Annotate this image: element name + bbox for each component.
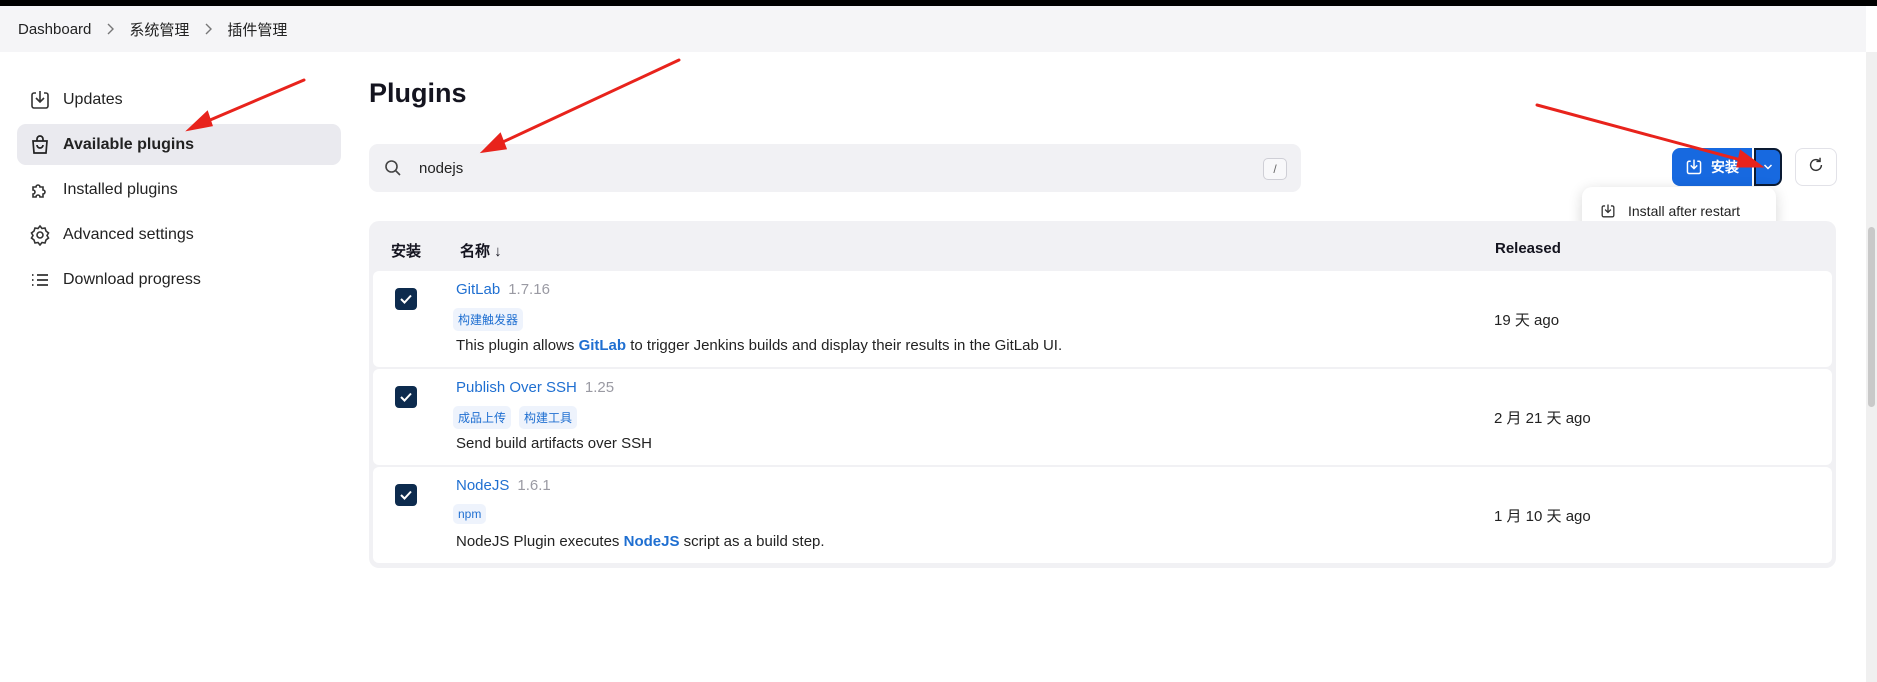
released-date: 1 月 10 天 ago <box>1494 508 1591 525</box>
plugin-tag[interactable]: npm <box>453 504 487 524</box>
search-input[interactable] <box>417 158 1201 178</box>
plugins-table: 安装 名称 ↓ Released GitLab 1.7.16 构建触发器 This… <box>369 221 1836 568</box>
breadcrumb: Dashboard 系统管理 插件管理 <box>0 6 1866 52</box>
sidebar-item-installed-plugins[interactable]: Installed plugins <box>17 169 341 210</box>
menu-item-install-after-restart[interactable]: Install after restart <box>1628 203 1740 219</box>
sidebar-item-advanced-settings[interactable]: Advanced settings <box>17 214 341 255</box>
download-icon <box>1685 158 1703 176</box>
shopping-bag-icon <box>29 134 51 156</box>
chevron-down-icon <box>1763 158 1773 176</box>
plugin-description-link[interactable]: GitLab <box>579 337 627 354</box>
checkmark-icon <box>400 294 412 304</box>
table-row: Publish Over SSH 1.25 成品上传 构建工具 Send buil… <box>373 369 1832 465</box>
refresh-icon <box>1807 156 1825 179</box>
sidebar-item-label: Updates <box>63 90 123 108</box>
breadcrumb-system-management[interactable]: 系统管理 <box>129 19 189 40</box>
install-dropdown-toggle[interactable] <box>1754 148 1782 186</box>
column-header-install: 安装 <box>391 243 422 260</box>
plugin-version: 1.6.1 <box>517 477 551 494</box>
plugin-name-link[interactable]: GitLab <box>456 281 500 298</box>
table-header: 安装 名称 ↓ Released <box>373 225 1832 271</box>
sidebar: Updates Available plugins Installed plug… <box>17 79 341 304</box>
plugin-name-link[interactable]: Publish Over SSH <box>456 379 577 396</box>
plugin-tag[interactable]: 构建工具 <box>519 406 578 429</box>
chevron-right-icon <box>105 23 115 35</box>
search-icon <box>383 158 403 178</box>
plugin-tag[interactable]: 构建触发器 <box>453 308 524 331</box>
install-checkbox[interactable] <box>395 386 417 408</box>
install-checkbox[interactable] <box>395 484 417 506</box>
plugin-description-link[interactable]: NodeJS <box>624 533 680 550</box>
column-header-name[interactable]: 名称 ↓ <box>460 240 502 261</box>
sidebar-item-label: Download progress <box>63 270 201 288</box>
sidebar-item-updates[interactable]: Updates <box>17 79 341 120</box>
checkmark-icon <box>400 392 412 402</box>
plugin-name-link[interactable]: NodeJS <box>456 477 509 494</box>
chevron-right-icon <box>203 23 213 35</box>
install-checkbox[interactable] <box>395 288 417 310</box>
search-box[interactable]: / <box>369 144 1301 192</box>
plugin-version: 1.7.16 <box>508 281 550 298</box>
refresh-button[interactable] <box>1795 148 1837 186</box>
puzzle-icon <box>29 179 51 201</box>
table-row: GitLab 1.7.16 构建触发器 This plugin allows Gi… <box>373 271 1832 367</box>
plugin-description: Send build artifacts over SSH <box>456 435 652 452</box>
download-icon <box>1600 203 1616 219</box>
page-title: Plugins <box>369 78 467 108</box>
sidebar-item-label: Advanced settings <box>63 225 194 243</box>
plugin-description: This plugin allows GitLab to trigger Jen… <box>456 337 1063 354</box>
gear-icon <box>29 224 51 246</box>
breadcrumb-plugin-management[interactable]: 插件管理 <box>227 19 287 40</box>
install-button-group: 安装 <box>1672 148 1782 186</box>
vertical-scrollbar[interactable] <box>1866 52 1877 682</box>
annotation-arrow <box>488 58 681 150</box>
sidebar-item-available-plugins[interactable]: Available plugins <box>17 124 341 165</box>
table-row: NodeJS 1.6.1 npm NodeJS Plugin executes N… <box>373 467 1832 563</box>
keyboard-shortcut-hint: / <box>1263 158 1287 180</box>
install-button-label: 安装 <box>1711 159 1739 175</box>
plugin-version: 1.25 <box>584 379 615 396</box>
sidebar-item-label: Available plugins <box>63 135 194 153</box>
breadcrumb-dashboard[interactable]: Dashboard <box>18 21 91 38</box>
checkmark-icon <box>400 490 412 500</box>
plugin-description: NodeJS Plugin executes NodeJS script as … <box>456 533 825 550</box>
column-header-released[interactable]: Released <box>1495 240 1561 257</box>
scrollbar-thumb[interactable] <box>1868 227 1875 407</box>
sidebar-item-label: Installed plugins <box>63 180 178 198</box>
download-icon <box>29 89 51 111</box>
plugin-tag[interactable]: 成品上传 <box>453 406 512 429</box>
install-button[interactable]: 安装 <box>1672 148 1752 186</box>
list-icon <box>29 269 51 291</box>
released-date: 19 天 ago <box>1494 312 1560 329</box>
sidebar-item-download-progress[interactable]: Download progress <box>17 259 341 300</box>
released-date: 2 月 21 天 ago <box>1494 410 1591 427</box>
